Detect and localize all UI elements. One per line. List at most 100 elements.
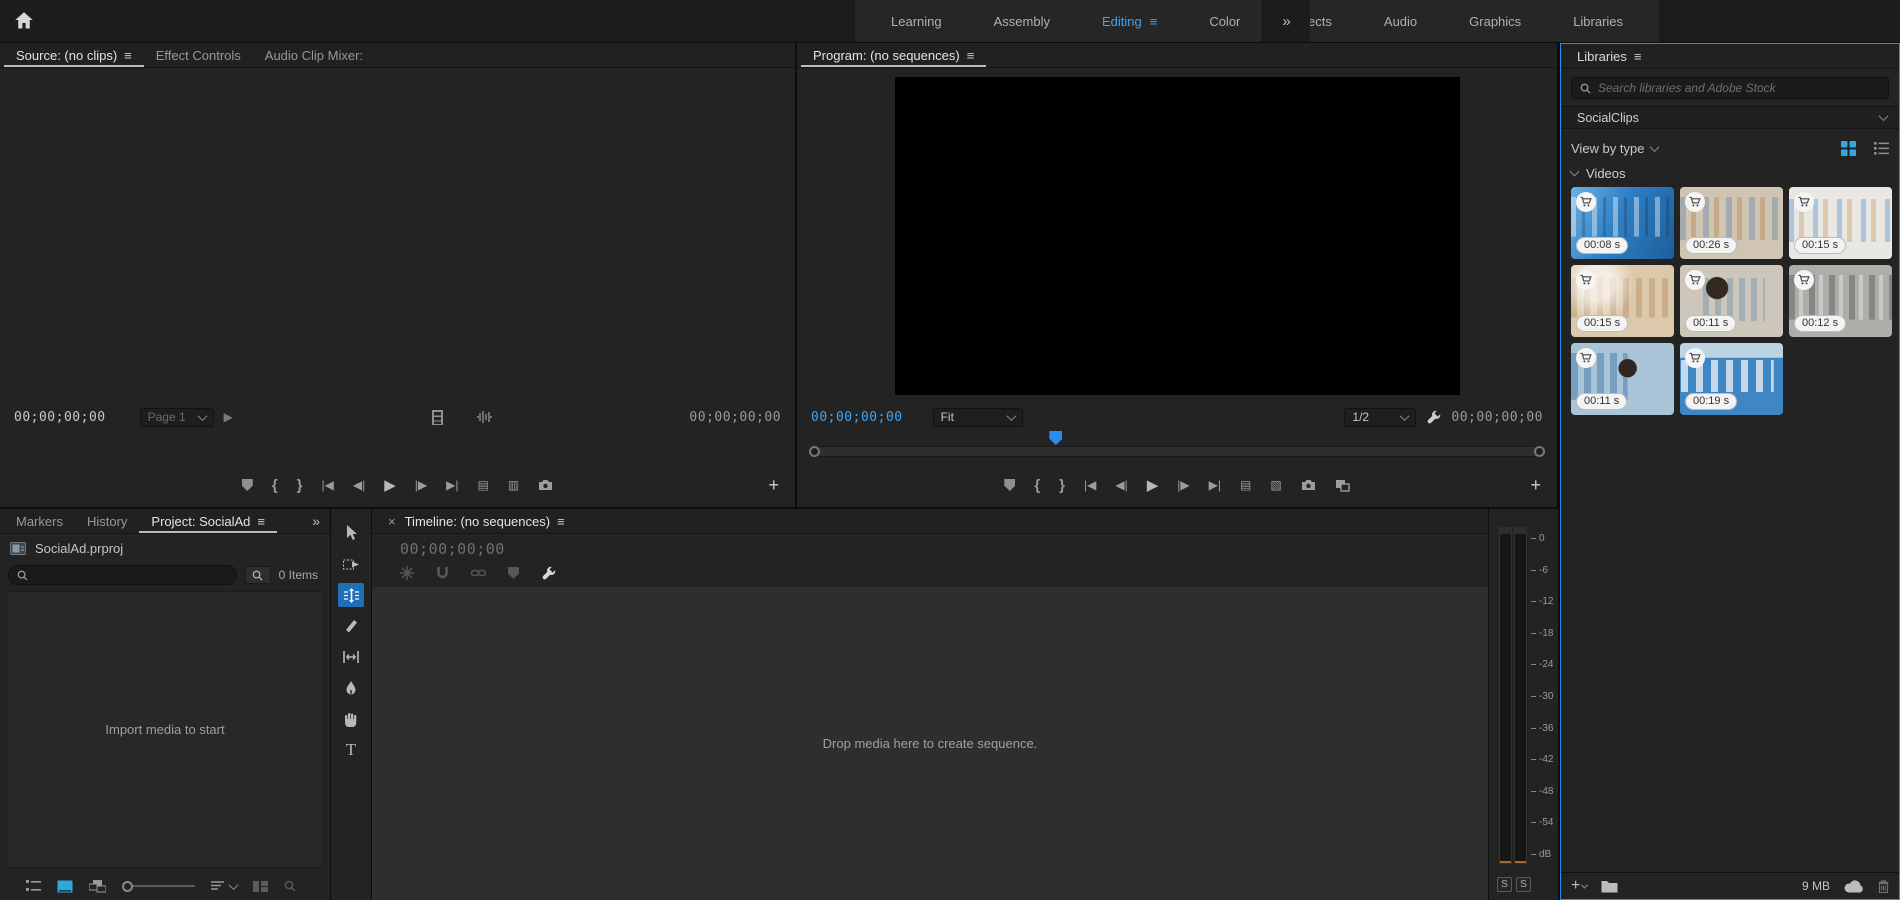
solo-right-button[interactable]: S: [1516, 877, 1531, 892]
trash-icon[interactable]: [1878, 880, 1889, 893]
workspace-overflow-button[interactable]: »: [1262, 0, 1310, 42]
playhead-marker[interactable]: [1049, 431, 1062, 445]
project-bin-area[interactable]: Import media to start: [6, 591, 324, 868]
thumbnail-zoom-slider[interactable]: [122, 881, 195, 892]
step-back-icon[interactable]: ◀|: [1115, 478, 1127, 492]
go-to-in-icon[interactable]: |◀: [1084, 478, 1096, 492]
panel-menu-icon[interactable]: ≡: [967, 48, 975, 63]
mark-in-icon[interactable]: {: [272, 477, 278, 494]
program-zoom-scrollbar[interactable]: [809, 446, 1545, 457]
search-bin-button[interactable]: [245, 566, 271, 584]
timeline-drop-zone[interactable]: Drop media here to create sequence.: [372, 587, 1488, 900]
export-frame-icon[interactable]: [1301, 479, 1316, 491]
cart-icon[interactable]: [1685, 348, 1705, 368]
mark-in-icon[interactable]: {: [1034, 477, 1040, 494]
libraries-search-box[interactable]: [1571, 77, 1889, 99]
automate-to-sequence-icon[interactable]: [253, 881, 268, 892]
track-select-forward-tool[interactable]: [338, 552, 364, 576]
drag-audio-only-icon[interactable]: [476, 410, 492, 424]
slider-knob[interactable]: [122, 881, 133, 892]
panel-overflow-icon[interactable]: »: [302, 509, 330, 533]
play-page-icon[interactable]: ▶: [224, 410, 233, 424]
add-marker-icon[interactable]: [242, 479, 253, 491]
workspace-tab-editing[interactable]: Editing ≡: [1076, 0, 1183, 42]
cart-icon[interactable]: [1794, 270, 1814, 290]
sort-icon[interactable]: [211, 881, 237, 891]
new-library-folder-icon[interactable]: [1601, 880, 1618, 893]
project-search-input[interactable]: [34, 568, 228, 582]
workspace-tab-assembly[interactable]: Assembly: [968, 0, 1076, 42]
icon-view-icon[interactable]: [57, 880, 73, 893]
cart-icon[interactable]: [1576, 348, 1596, 368]
mark-out-icon[interactable]: }: [297, 477, 303, 494]
list-view-icon[interactable]: [1874, 142, 1889, 155]
play-icon[interactable]: ▶: [384, 476, 396, 494]
scrollbar-handle-left[interactable]: [809, 446, 820, 457]
insert-icon[interactable]: ▤: [477, 478, 488, 492]
export-frame-icon[interactable]: [538, 479, 553, 491]
cart-icon[interactable]: [1576, 270, 1596, 290]
go-to-in-icon[interactable]: |◀: [322, 478, 334, 492]
tab-libraries[interactable]: Libraries ≡: [1565, 44, 1653, 68]
page-select[interactable]: Page 1: [140, 408, 214, 427]
panel-menu-icon[interactable]: ≡: [124, 48, 132, 63]
tab-project[interactable]: Project: SocialAd ≡: [139, 509, 277, 533]
cart-icon[interactable]: [1685, 270, 1705, 290]
pen-tool[interactable]: [338, 676, 364, 700]
slip-tool[interactable]: [338, 645, 364, 669]
video-thumbnail[interactable]: 00:26 s: [1680, 187, 1783, 259]
tab-markers[interactable]: Markers: [4, 509, 75, 533]
panel-menu-icon[interactable]: ≡: [1634, 49, 1642, 64]
list-view-icon[interactable]: [26, 880, 41, 892]
snap-magnet-icon[interactable]: [436, 566, 449, 580]
timeline-settings-wrench-icon[interactable]: [541, 566, 556, 581]
add-content-button[interactable]: +: [1571, 879, 1587, 893]
home-icon[interactable]: [14, 11, 34, 31]
workspace-menu-icon[interactable]: ≡: [1150, 14, 1158, 29]
type-tool[interactable]: T: [338, 738, 364, 762]
library-select[interactable]: SocialClips: [1561, 106, 1899, 129]
videos-section-header[interactable]: Videos: [1561, 161, 1899, 185]
add-marker-icon[interactable]: [508, 567, 519, 579]
mark-out-icon[interactable]: }: [1059, 477, 1065, 494]
step-forward-icon[interactable]: |▶: [1177, 478, 1189, 492]
workspace-tab-audio[interactable]: Audio: [1358, 0, 1443, 42]
button-editor-icon[interactable]: +: [1530, 475, 1541, 496]
cart-icon[interactable]: [1685, 192, 1705, 212]
libraries-search-input[interactable]: [1598, 81, 1880, 95]
play-icon[interactable]: ▶: [1147, 476, 1159, 494]
go-to-out-icon[interactable]: ▶|: [1209, 478, 1221, 492]
linked-selection-icon[interactable]: [471, 567, 486, 579]
panel-menu-icon[interactable]: ≡: [257, 514, 265, 529]
tab-history[interactable]: History: [75, 509, 139, 533]
step-forward-icon[interactable]: |▶: [415, 478, 427, 492]
video-thumbnail[interactable]: 00:12 s: [1789, 265, 1892, 337]
solo-left-button[interactable]: S: [1497, 877, 1512, 892]
video-thumbnail[interactable]: 00:15 s: [1789, 187, 1892, 259]
find-icon[interactable]: [284, 880, 296, 892]
nest-sequences-icon[interactable]: [400, 566, 414, 580]
grid-view-icon[interactable]: [1841, 141, 1856, 156]
panel-menu-icon[interactable]: ≡: [557, 514, 565, 529]
video-thumbnail[interactable]: 00:08 s: [1571, 187, 1674, 259]
comparison-view-icon[interactable]: [1335, 479, 1350, 492]
ripple-edit-tool[interactable]: [338, 583, 364, 607]
lift-icon[interactable]: ▤: [1240, 478, 1251, 492]
workspace-tab-graphics[interactable]: Graphics: [1443, 0, 1547, 42]
video-thumbnail[interactable]: 00:19 s: [1680, 343, 1783, 415]
zoom-level-select[interactable]: Fit: [933, 408, 1023, 427]
view-by-type-button[interactable]: View by type: [1571, 141, 1658, 156]
tab-effect-controls[interactable]: Effect Controls: [144, 43, 253, 67]
scrollbar-handle-right[interactable]: [1534, 446, 1545, 457]
overwrite-icon[interactable]: ▥: [508, 478, 519, 492]
hand-tool[interactable]: [338, 707, 364, 731]
project-file-row[interactable]: SocialAd.prproj: [0, 534, 330, 562]
settings-wrench-icon[interactable]: [1426, 410, 1441, 425]
razor-tool[interactable]: [338, 614, 364, 638]
tab-timeline[interactable]: × Timeline: (no sequences) ≡: [376, 509, 577, 533]
freeform-view-icon[interactable]: [89, 880, 106, 893]
drag-video-only-icon[interactable]: [431, 410, 444, 425]
selection-tool[interactable]: [338, 521, 364, 545]
step-back-icon[interactable]: ◀|: [353, 478, 365, 492]
project-search-box[interactable]: [8, 565, 237, 585]
